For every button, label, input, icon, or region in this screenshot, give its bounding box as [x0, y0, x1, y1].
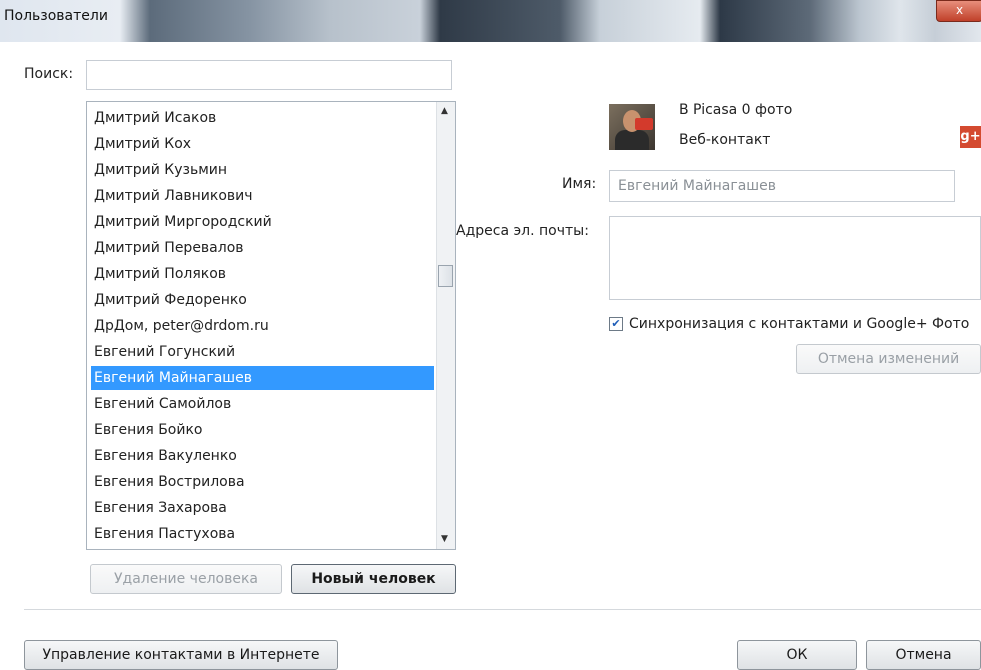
list-item[interactable]: Дмитрий Лавникович	[91, 184, 434, 208]
list-item[interactable]: Дмитрий Перевалов	[91, 236, 434, 260]
google-plus-icon: g+	[960, 126, 981, 148]
list-item[interactable]: Евгения Захарова	[91, 496, 434, 520]
list-item[interactable]: Дмитрий Кох	[91, 132, 434, 156]
list-item[interactable]: ДрДом, peter@drdom.ru	[91, 314, 434, 338]
sync-checkbox[interactable]: ✔	[609, 317, 623, 331]
delete-person-button[interactable]: Удаление человека	[90, 564, 282, 594]
manage-contacts-button[interactable]: Управление контактами в Интернете	[24, 640, 338, 670]
list-item[interactable]: Евгения Вакуленко	[91, 444, 434, 468]
search-label: Поиск:	[24, 66, 74, 82]
contact-avatar	[609, 104, 655, 150]
scroll-thumb[interactable]	[438, 265, 453, 287]
scroll-up-icon[interactable]: ▲	[441, 106, 448, 116]
list-item[interactable]: Евгения Пастухова	[91, 522, 434, 546]
name-field[interactable]: Евгений Майнагашев	[609, 170, 955, 202]
close-icon: x	[955, 3, 964, 17]
list-item[interactable]: Евгения Вострилова	[91, 470, 434, 494]
list-item[interactable]: Евгения Бойко	[91, 418, 434, 442]
email-label: Адреса эл. почты:	[456, 223, 589, 239]
contact-list[interactable]: ▲ ▼ Дмитрий Исаков Дмитрий Кох Дмитрий Куз…	[86, 101, 456, 550]
list-item[interactable]: Дмитрий Федоренко	[91, 288, 434, 312]
email-field[interactable]	[609, 216, 981, 300]
list-item[interactable]: Дмитрий Исаков	[91, 106, 434, 130]
new-person-button[interactable]: Новый человек	[291, 564, 456, 594]
revert-changes-button[interactable]: Отмена изменений	[796, 344, 981, 374]
list-item[interactable]: Дмитрий Поляков	[91, 262, 434, 286]
list-item[interactable]: Дмитрий Кузьмин	[91, 158, 434, 182]
sync-label: Синхронизация с контактами и Google+ Фот…	[629, 316, 970, 332]
ok-button[interactable]: ОК	[737, 640, 857, 670]
footer-divider	[24, 609, 981, 610]
check-icon: ✔	[611, 317, 621, 330]
cancel-button[interactable]: Отмена	[866, 640, 981, 670]
list-item[interactable]: Евгений Самойлов	[91, 392, 434, 416]
photo-count: В Picasa 0 фото	[679, 102, 793, 118]
list-item[interactable]: Дмитрий Миргородский	[91, 210, 434, 234]
list-item[interactable]: Евгений Гогунский	[91, 340, 434, 364]
window-title: Пользователи	[4, 8, 108, 24]
list-scrollbar[interactable]: ▲ ▼	[436, 102, 455, 549]
list-item[interactable]: Евгений Майнагашев	[91, 366, 434, 390]
search-input[interactable]	[86, 60, 452, 90]
contact-type: Веб-контакт	[679, 132, 771, 148]
close-button[interactable]: x	[936, 0, 981, 22]
scroll-down-icon[interactable]: ▼	[441, 534, 448, 544]
name-label: Имя:	[562, 176, 597, 192]
title-bar: Пользователи x	[0, 0, 981, 42]
